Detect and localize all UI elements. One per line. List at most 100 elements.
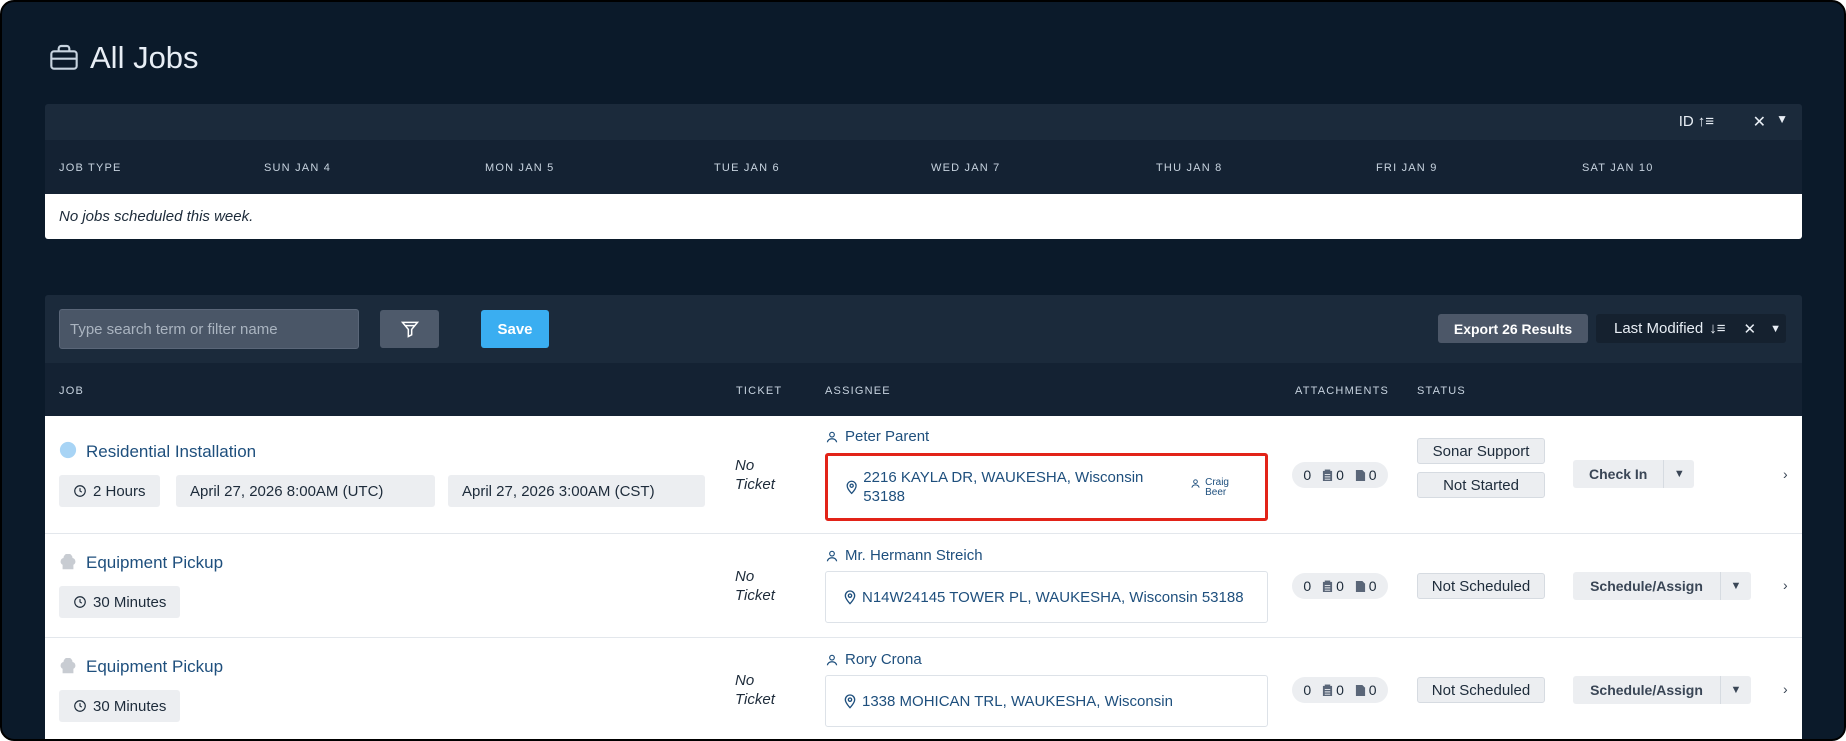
- calendar-sort-label: ID: [1678, 113, 1694, 130]
- clipboard-icon: [1322, 580, 1333, 592]
- clock-icon: [74, 700, 86, 712]
- assignee-name: Rory Crona: [845, 651, 922, 668]
- schedule-assign-label: Schedule/Assign: [1573, 676, 1721, 704]
- chevron-right-icon[interactable]: ›: [1783, 577, 1788, 593]
- assignee-name: Mr. Hermann Streich: [845, 547, 983, 564]
- col-ticket: TICKET: [736, 385, 783, 397]
- status-badge: Not Scheduled: [1417, 573, 1545, 599]
- duration-chip: 2 Hours: [59, 475, 160, 507]
- check-in-label: Check In: [1573, 460, 1665, 488]
- calendar-header: JOB TYPE SUN JAN 4 MON JAN 5 TUE JAN 6 W…: [45, 140, 1802, 194]
- briefcase-icon: [50, 44, 78, 70]
- address-field[interactable]: 2216 KAYLA DR, WAUKESHA, Wisconsin 53188…: [825, 453, 1268, 521]
- sort-label: Last Modified: [1614, 320, 1704, 337]
- filter-button[interactable]: [380, 310, 439, 348]
- file-icon: [1355, 684, 1365, 696]
- job-title-link[interactable]: Equipment Pickup: [86, 657, 223, 677]
- status-badge: Not Started: [1417, 472, 1545, 498]
- duration-chip: 30 Minutes: [59, 690, 181, 722]
- export-results-button[interactable]: Export 26 Results: [1438, 314, 1588, 343]
- table-row[interactable]: Residential Installation 2 Hours April 2…: [45, 416, 1802, 534]
- clipboard-icon: [1322, 469, 1333, 481]
- chevron-right-icon[interactable]: ›: [1783, 466, 1788, 482]
- ticket-line-1: No: [735, 672, 755, 689]
- attachments-counts[interactable]: 0 0 0: [1292, 462, 1388, 488]
- table-row[interactable]: Equipment Pickup 30 Minutes No Ticket Ro…: [45, 638, 1802, 739]
- date-local-chip: April 27, 2026 3:00AM (CST): [448, 475, 705, 507]
- ticket-cell: No Ticket: [735, 671, 775, 709]
- duration-text: 2 Hours: [93, 482, 146, 500]
- ticket-cell: No Ticket: [735, 567, 775, 605]
- user-icon: [826, 654, 838, 665]
- check-in-button[interactable]: Check In ▼: [1573, 460, 1695, 488]
- chevron-down-icon[interactable]: ▼: [1721, 580, 1751, 592]
- page-title: All Jobs: [48, 40, 199, 76]
- save-button[interactable]: Save: [481, 310, 549, 348]
- map-pin-icon: [844, 590, 856, 605]
- assignee-name: Peter Parent: [845, 428, 930, 445]
- calendar-sort[interactable]: ID ↑≡: [1679, 113, 1714, 130]
- assignee-link[interactable]: Rory Crona: [825, 651, 922, 668]
- jobs-table-panel: Save Export 26 Results Last Modified ↓≡ …: [45, 295, 1802, 739]
- calendar-col-wed: WED JAN 7: [931, 162, 1001, 174]
- chevron-down-icon[interactable]: ▼: [1770, 323, 1781, 335]
- duration-chip: 30 Minutes: [59, 586, 181, 618]
- col-job: JOB: [59, 385, 84, 397]
- schedule-assign-label: Schedule/Assign: [1573, 572, 1721, 600]
- chevron-down-icon[interactable]: ▼: [1664, 468, 1694, 480]
- calendar-col-tue: TUE JAN 6: [714, 162, 780, 174]
- technician-last: Beer: [1205, 487, 1227, 498]
- calendar-col-thu: THU JAN 8: [1156, 162, 1223, 174]
- status-badge-support: Sonar Support: [1417, 438, 1545, 464]
- technician-tag: Craig Beer: [1190, 478, 1229, 498]
- user-icon: [826, 431, 838, 442]
- week-calendar: ID ↑≡ ✕ ▼ JOB TYPE SUN JAN 4 MON JAN 5 T…: [45, 104, 1802, 239]
- table-row[interactable]: Equipment Pickup 30 Minutes No Ticket Mr…: [45, 534, 1802, 638]
- attachments-counts[interactable]: 0 0 0: [1292, 677, 1388, 703]
- attachment-count-total: 0: [1303, 682, 1312, 698]
- attachment-count-total: 0: [1303, 578, 1312, 594]
- search-input[interactable]: [59, 309, 359, 349]
- address-field[interactable]: N14W24145 TOWER PL, WAUKESHA, Wisconsin …: [825, 571, 1268, 623]
- files-count: 0: [1355, 682, 1377, 698]
- calendar-col-fri: FRI JAN 9: [1376, 162, 1438, 174]
- close-icon[interactable]: ✕: [1743, 320, 1756, 338]
- chevron-down-icon[interactable]: ▼: [1721, 684, 1751, 696]
- assignee-link[interactable]: Mr. Hermann Streich: [825, 547, 983, 564]
- map-pin-icon: [844, 694, 856, 709]
- assignee-link[interactable]: Peter Parent: [825, 428, 929, 445]
- filter-icon: [400, 321, 419, 338]
- address-field[interactable]: 1338 MOHICAN TRL, WAUKESHA, Wisconsin: [825, 675, 1268, 727]
- date-utc-chip: April 27, 2026 8:00AM (UTC): [176, 475, 435, 507]
- chevron-down-icon[interactable]: ▼: [1776, 112, 1788, 126]
- files-count: 0: [1355, 578, 1377, 594]
- map-pin-icon: [846, 480, 857, 495]
- ticket-line-1: No: [735, 568, 755, 585]
- notes-count: 0: [1322, 682, 1344, 698]
- user-icon: [1191, 479, 1200, 488]
- clock-icon: [74, 485, 86, 497]
- schedule-assign-button[interactable]: Schedule/Assign ▼: [1573, 572, 1751, 600]
- job-title-link[interactable]: Equipment Pickup: [86, 553, 223, 573]
- chevron-right-icon[interactable]: ›: [1783, 681, 1788, 697]
- address-text: 2216 KAYLA DR, WAUKESHA, Wisconsin 53188: [863, 469, 1144, 505]
- calendar-col-sun: SUN JAN 4: [264, 162, 332, 174]
- col-status: STATUS: [1417, 385, 1466, 397]
- sort-desc-icon: ↓≡: [1709, 320, 1726, 337]
- calendar-col-mon: MON JAN 5: [485, 162, 555, 174]
- files-count: 0: [1355, 467, 1377, 483]
- clock-icon: [74, 596, 86, 608]
- job-title-link[interactable]: Residential Installation: [86, 442, 256, 462]
- jobs-table-header: JOB TICKET ASSIGNEE ATTACHMENTS STATUS: [45, 363, 1802, 416]
- notes-count: 0: [1322, 467, 1344, 483]
- address-text: 1338 MOHICAN TRL, WAUKESHA, Wisconsin: [862, 692, 1173, 710]
- attachments-counts[interactable]: 0 0 0: [1292, 573, 1388, 599]
- duration-text: 30 Minutes: [93, 697, 167, 715]
- sort-dropdown[interactable]: Last Modified ↓≡ ✕ ▼: [1596, 314, 1786, 343]
- ticket-line-2: Ticket: [735, 691, 775, 708]
- notes-count: 0: [1322, 578, 1344, 594]
- col-attachments: ATTACHMENTS: [1295, 385, 1390, 397]
- clipboard-icon: [1322, 684, 1333, 696]
- schedule-assign-button[interactable]: Schedule/Assign ▼: [1573, 676, 1751, 704]
- close-icon[interactable]: ✕: [1753, 112, 1766, 132]
